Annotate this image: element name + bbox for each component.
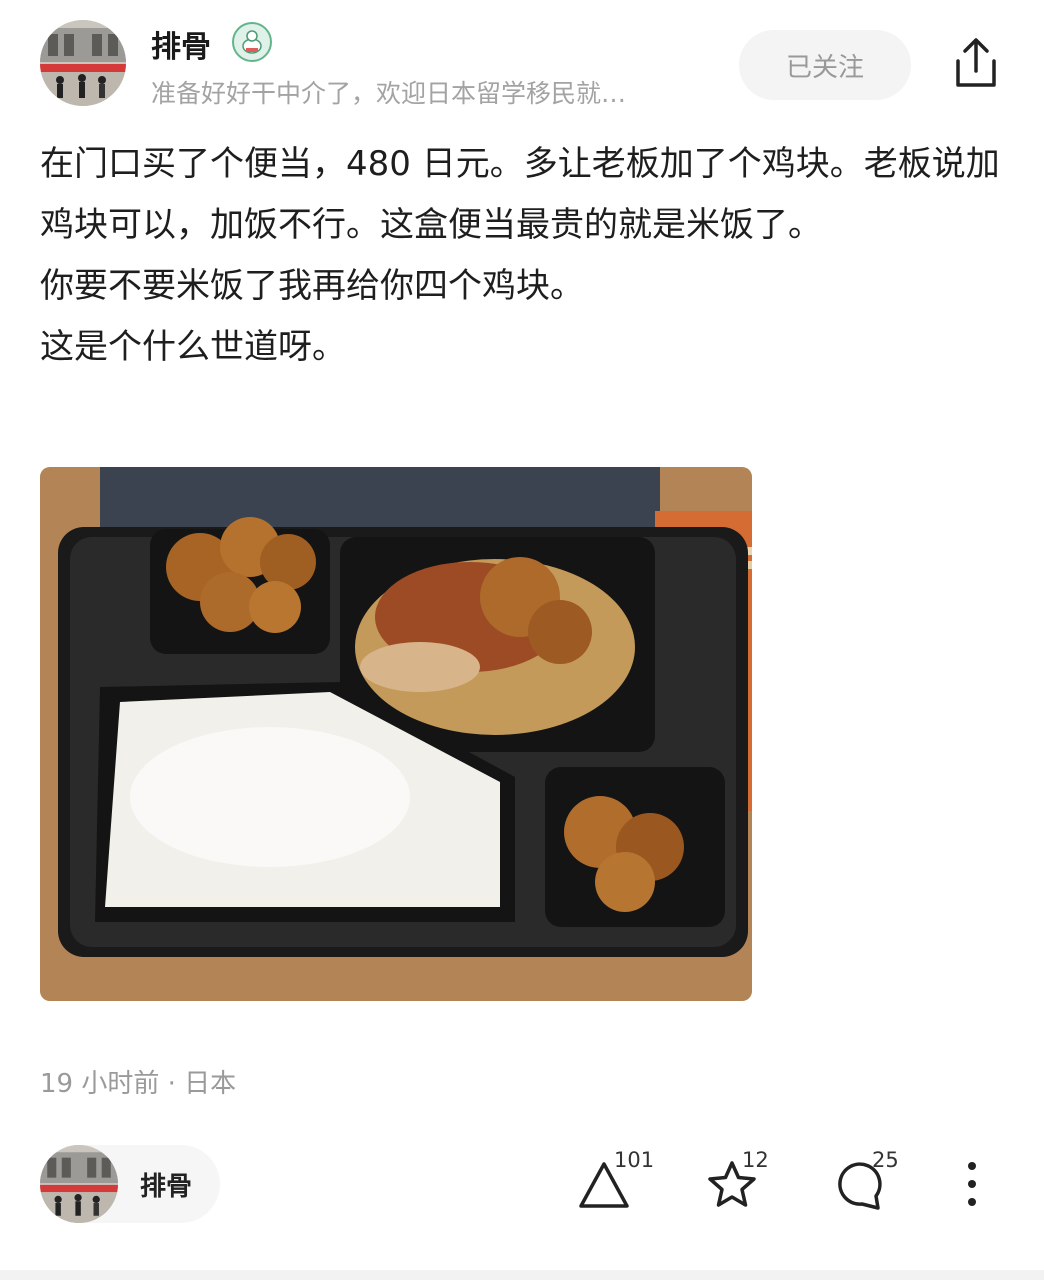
footer-author-name: 排骨	[140, 1171, 193, 1202]
like-count: 101	[614, 1148, 655, 1172]
author-bio: 准备好好干中介了，欢迎日本留学移民就…	[151, 79, 627, 108]
comment-count: 25	[872, 1148, 899, 1172]
post-photo[interactable]	[40, 467, 752, 1001]
post-paragraph: 你要不要米饭了我再给你四个鸡块。	[40, 266, 584, 306]
author-name[interactable]: 排骨	[151, 22, 211, 66]
footer-author-chip[interactable]: 排骨	[40, 1145, 220, 1223]
follow-button[interactable]: 已关注	[739, 30, 911, 100]
share-icon[interactable]	[950, 35, 1002, 91]
bottom-divider	[0, 1270, 1044, 1280]
author-avatar[interactable]	[40, 20, 126, 106]
post-paragraph: 这是个什么世道呀。	[40, 327, 346, 367]
post-time-location: 19 小时前 · 日本	[40, 1069, 237, 1099]
post-paragraph: 在门口买了个便当，480 日元。多让老板加了个鸡块。老板说加鸡块可以，加饭不行。…	[40, 144, 1000, 245]
post-body: 在门口买了个便当，480 日元。多让老板加了个鸡块。老板说加鸡块可以，加饭不行。…	[40, 134, 1000, 378]
favorite-count: 12	[742, 1148, 769, 1172]
more-vertical-icon[interactable]	[962, 1160, 982, 1208]
footer-avatar	[40, 1145, 118, 1223]
green-character-badge-icon	[232, 22, 272, 62]
